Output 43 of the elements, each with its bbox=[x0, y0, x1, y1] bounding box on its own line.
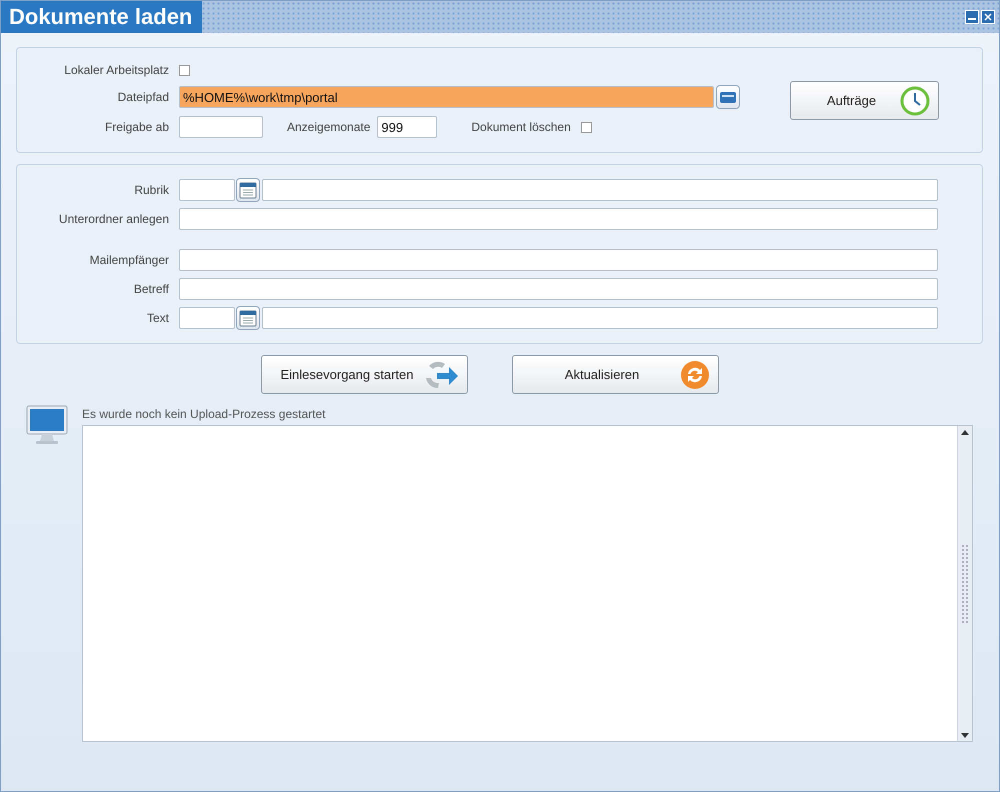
monitor-icon bbox=[26, 405, 68, 445]
input-field[interactable] bbox=[262, 179, 938, 201]
down-arrow-icon bbox=[961, 732, 969, 738]
path-field[interactable]: %HOME%\work\tmp\portal bbox=[179, 86, 714, 108]
calendar-button[interactable] bbox=[236, 306, 260, 330]
field-label: Lokaler Arbeitsplatz bbox=[63, 63, 169, 77]
calendar-button[interactable] bbox=[236, 178, 260, 202]
close-icon bbox=[984, 13, 992, 21]
input-field[interactable] bbox=[262, 307, 938, 329]
start-import-button[interactable]: Einlesevorgang starten bbox=[260, 355, 468, 394]
calendar-icon bbox=[239, 181, 257, 199]
status-text: Es wurde noch kein Upload-Prozess gestartet bbox=[82, 407, 326, 421]
orders-button[interactable]: Aufträge bbox=[790, 81, 939, 120]
checkbox[interactable] bbox=[179, 64, 190, 76]
field-label: Dateipfad bbox=[116, 90, 169, 104]
folder-button[interactable] bbox=[716, 85, 740, 109]
field-label: Anzeigemonate bbox=[287, 120, 370, 134]
field-label: Dokument löschen bbox=[471, 120, 571, 134]
months-field[interactable]: 999 bbox=[377, 116, 438, 138]
field-label: Mailempfänger bbox=[88, 253, 169, 267]
field-label: Freigabe ab bbox=[104, 120, 169, 134]
field-label: Rubrik bbox=[133, 183, 169, 197]
up-arrow-icon bbox=[961, 430, 969, 434]
field-label: Betreff bbox=[132, 282, 169, 296]
window-title: Dokumente laden bbox=[1, 1, 202, 33]
calendar-icon bbox=[239, 309, 257, 327]
folder-icon bbox=[720, 91, 736, 103]
code-field[interactable] bbox=[179, 307, 235, 329]
input-field[interactable] bbox=[179, 278, 938, 300]
checkbox[interactable] bbox=[580, 122, 592, 132]
scrollbar[interactable] bbox=[957, 426, 972, 741]
date-field[interactable] bbox=[179, 116, 263, 138]
close-button[interactable] bbox=[981, 10, 995, 24]
code-field[interactable] bbox=[179, 179, 235, 201]
refresh-button[interactable]: Aktualisieren bbox=[512, 355, 718, 394]
input-field[interactable] bbox=[179, 249, 938, 271]
clock-icon bbox=[900, 86, 930, 116]
input-field[interactable] bbox=[179, 208, 938, 230]
refresh-icon bbox=[680, 360, 710, 390]
field-label: Text bbox=[146, 311, 169, 325]
field-label: Unterordner anlegen bbox=[58, 212, 169, 226]
scroll-thumb[interactable] bbox=[961, 544, 969, 624]
minimize-button[interactable] bbox=[965, 10, 979, 24]
